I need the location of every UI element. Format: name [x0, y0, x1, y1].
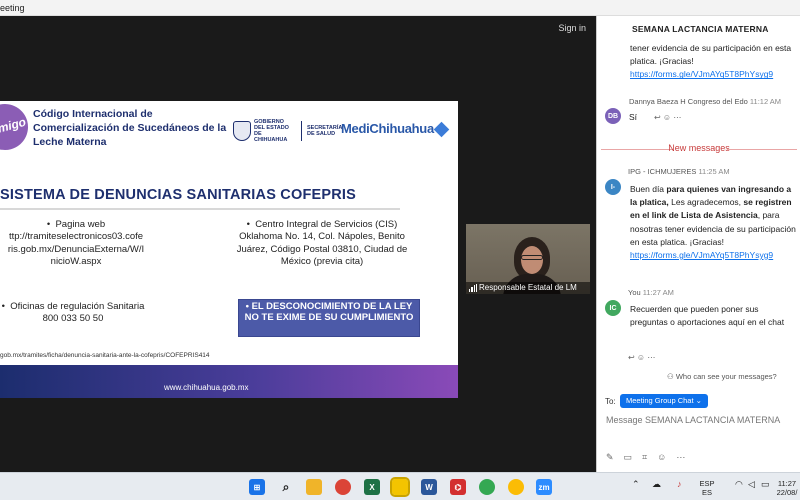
screenshot-icon[interactable]: ⌗ — [642, 452, 647, 463]
participant-video[interactable]: Responsable Estatal de LM — [466, 224, 590, 294]
chat-title: SEMANA LACTANCIA MATERNA — [632, 24, 769, 34]
cloud-icon[interactable]: ☁ — [652, 479, 661, 490]
campaign-logo: ta migo — [0, 101, 34, 156]
slide-code-title: Código Internacional de Comercialización… — [33, 108, 227, 149]
divider-right — [727, 149, 797, 150]
warning-box: • EL DESCONOCIMIENTO DE LA LEY NO TE EXI… — [238, 299, 420, 337]
chevron-up-icon[interactable]: ⌃ — [632, 479, 640, 490]
slide-footer-bar — [0, 365, 458, 398]
language-indicator[interactable]: ESP ES — [697, 479, 717, 497]
chrome-profile-2-icon[interactable] — [508, 479, 524, 495]
avatar: I- — [605, 179, 621, 195]
shield-icon — [233, 121, 251, 142]
message-sender: You 11:27 AM — [628, 288, 674, 297]
volume-icon[interactable]: ◁ — [748, 479, 755, 490]
title-divider — [0, 208, 400, 210]
slide-bottom-url: gob.mx/tramites/ficha/denuncia-sanitaria… — [0, 352, 210, 359]
microphone-icon[interactable]: ♪ — [677, 479, 682, 490]
clock[interactable]: 11:27 22/08/ — [774, 479, 800, 497]
warning-text: • EL DESCONOCIMIENTO DE LA LEY NO TE EXI… — [244, 301, 414, 324]
lock-icon: ⚇ — [667, 372, 674, 381]
medi-brand: MediChihuahua — [341, 121, 434, 136]
format-icon[interactable]: ✎ — [606, 452, 614, 463]
emoji-icon[interactable]: ☺ — [657, 452, 666, 463]
excel-icon[interactable]: X — [364, 479, 380, 495]
regulation-info: • Oficinas de regulación Sanitaria 800 0… — [0, 301, 146, 326]
who-can-see-link[interactable]: ⚇ Who can see your messages? — [667, 372, 777, 381]
reg-phone: 800 033 50 50 — [42, 313, 104, 325]
file-icon[interactable]: ▭ — [624, 452, 633, 463]
pdf-icon[interactable]: ⌬ — [450, 479, 466, 495]
medichihuahua-logo: MediChihuahua — [341, 121, 450, 138]
app-root: eeting Sign in ta migo Código Internacio… — [0, 0, 800, 500]
file-explorer-icon[interactable] — [306, 479, 322, 495]
sticky-notes-icon[interactable] — [390, 477, 410, 497]
web-label: • Pagina web — [46, 219, 106, 230]
window-titlebar: eeting — [0, 0, 800, 16]
logo-divider — [301, 121, 302, 142]
web-url: ttp://tramiteselectronicos03.cofe ris.go… — [7, 231, 145, 268]
cis-label: • Centro Integral de Servicios (CIS) — [246, 219, 398, 230]
to-label: To: — [605, 397, 616, 406]
chat-message-4: Recuerden que pueden poner sus preguntas… — [630, 304, 785, 328]
avatar: IC — [605, 300, 621, 316]
wifi-icon[interactable]: ◠ — [735, 479, 743, 490]
taskbar: ⊞ ⌕ X W ⌬ zm ⌃ ☁ ♪ ESP ES ◠ ◁ ▭ 11:27 22/0… — [0, 472, 800, 500]
windows-start-icon[interactable]: ⊞ — [249, 479, 265, 495]
chat-message-3: Buen día para quienes van ingresando a l… — [630, 184, 796, 260]
chat-toolbar: ✎ ▭ ⌗ ☺ ⋯ — [606, 452, 685, 463]
word-icon[interactable]: W — [421, 479, 437, 495]
slide-main-title: SISTEMA DE DENUNCIAS SANITARIAS COFEPRIS — [0, 187, 357, 203]
signal-icon — [469, 284, 477, 292]
zoom-icon[interactable]: zm — [536, 479, 552, 495]
window-title: eeting — [0, 3, 25, 13]
chrome-icon[interactable] — [335, 479, 351, 495]
more-icon[interactable]: ⋯ — [676, 452, 685, 463]
reg-label: • Oficinas de regulación Sanitaria — [1, 301, 145, 312]
meeting-area: Sign in ta migo Código Internacional de … — [0, 16, 596, 472]
battery-icon[interactable]: ▭ — [761, 479, 770, 490]
web-info: • Pagina web ttp://tramiteselectronicos0… — [0, 219, 156, 268]
participant-name: Responsable Estatal de LM — [479, 283, 577, 292]
message-link[interactable]: https://forms.gle/VJmAYq5T8PhYsyg9 — [630, 250, 773, 260]
chat-message-2: Sí — [629, 112, 638, 122]
participant-name-label: Responsable Estatal de LM — [466, 282, 590, 294]
new-messages-divider: New messages — [668, 143, 730, 153]
cis-info: • Centro Integral de Servicios (CIS) Okl… — [232, 219, 412, 268]
chrome-profile-icon[interactable] — [479, 479, 495, 495]
chevron-down-icon: ⌄ — [695, 396, 702, 405]
gob-secretaria: SECRETARÍA DE SALUD — [307, 125, 343, 138]
chat-panel: SEMANA LACTANCIA MATERNA tener evidencia… — [596, 16, 800, 472]
message-text: tener evidencia de su participación en e… — [630, 43, 792, 67]
participant-face — [521, 246, 543, 274]
sign-in-button[interactable]: Sign in — [558, 23, 586, 33]
reaction-icons[interactable]: ↩ ☺ ⋯ — [628, 353, 655, 362]
search-icon[interactable]: ⌕ — [278, 479, 294, 495]
chat-message-1: tener evidencia de su participación en e… — [630, 42, 798, 82]
slide-footer-url: www.chihuahua.gob.mx — [164, 383, 249, 392]
shared-slide: ta migo Código Internacional de Comercia… — [0, 101, 458, 398]
participant-glasses — [521, 255, 543, 260]
chat-input[interactable]: Message SEMANA LACTANCIA MATERNA — [606, 415, 780, 425]
gob-text: GOBIERNO DEL ESTADO DE CHIHUAHUA — [254, 119, 289, 144]
message-link[interactable]: https://forms.gle/VJmAYq5T8PhYsyg9 — [630, 69, 773, 79]
gobierno-logo: GOBIERNO DEL ESTADO DE CHIHUAHUA SECRETA… — [233, 119, 343, 144]
avatar: DB — [605, 108, 621, 124]
recipient-dropdown[interactable]: Meeting Group Chat ⌄ — [620, 394, 708, 408]
message-sender: IPG - ICHMUJERES 11:25 AM — [628, 167, 730, 176]
message-sender: Dannya Baeza H Congreso del Edo 11:12 AM — [629, 97, 782, 106]
cross-icon — [433, 121, 450, 138]
reaction-icons[interactable]: ↩ ☺ ⋯ — [654, 113, 681, 122]
cis-address: Oklahoma No. 14, Col. Nápoles, Benito Ju… — [236, 231, 408, 268]
